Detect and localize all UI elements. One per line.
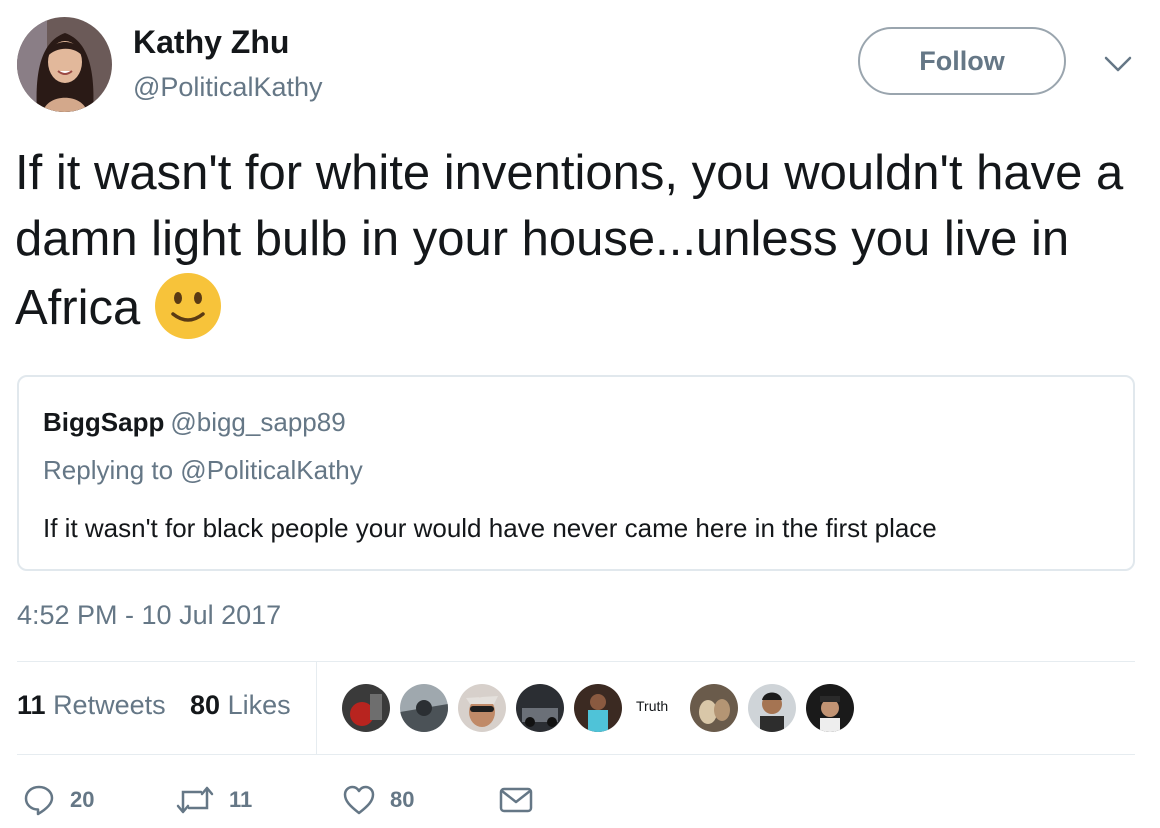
- reply-icon: [24, 785, 54, 816]
- liker-avatar[interactable]: [806, 684, 854, 732]
- retweet-action[interactable]: 11: [175, 782, 252, 818]
- divider: [17, 754, 1135, 755]
- envelope-icon: [499, 787, 533, 813]
- retweets-stat[interactable]: 11 Retweets: [17, 690, 166, 721]
- likes-stat[interactable]: 80 Likes: [190, 690, 291, 721]
- smiling-face-emoji-icon: [154, 272, 222, 340]
- divider: [17, 661, 1135, 662]
- replying-to-label: Replying to @PoliticalKathy: [43, 455, 363, 485]
- author-handle[interactable]: @PoliticalKathy: [133, 70, 323, 104]
- liker-avatar[interactable]: [342, 684, 390, 732]
- liker-avatar[interactable]: [516, 684, 564, 732]
- retweet-count: 11: [229, 787, 253, 812]
- quoted-tweet[interactable]: BiggSapp @bigg_sapp89 Replying to @Politi…: [17, 375, 1135, 571]
- liker-avatar[interactable]: [748, 684, 796, 732]
- message-action[interactable]: [498, 782, 548, 818]
- quoted-author-name: BiggSapp: [43, 407, 165, 437]
- author-name[interactable]: Kathy Zhu: [133, 22, 289, 62]
- liker-avatar[interactable]: [574, 684, 622, 732]
- likes-label: Likes: [227, 690, 291, 720]
- reply-action[interactable]: 20: [22, 782, 94, 818]
- liker-avatar[interactable]: [690, 684, 738, 732]
- divider-vertical: [316, 662, 317, 754]
- tweet-timestamp[interactable]: 4:52 PM - 10 Jul 2017: [17, 600, 281, 631]
- follow-button[interactable]: Follow: [858, 27, 1066, 95]
- tweet-text: If it wasn't for white inventions, you w…: [15, 140, 1145, 341]
- quoted-tweet-text: If it wasn't for black people your would…: [43, 513, 937, 543]
- chevron-down-icon[interactable]: [1098, 48, 1138, 78]
- liker-avatar[interactable]: [400, 684, 448, 732]
- likes-count: 80: [190, 690, 221, 720]
- retweet-icon: [176, 786, 214, 814]
- quoted-author-handle: @bigg_sapp89: [170, 407, 346, 437]
- liker-avatar[interactable]: [458, 684, 506, 732]
- like-action[interactable]: 80: [342, 782, 414, 818]
- heart-icon: [343, 785, 375, 815]
- liker-truth-label[interactable]: Truth: [636, 698, 668, 714]
- retweets-count: 11: [17, 690, 46, 720]
- retweets-label: Retweets: [53, 690, 166, 720]
- quoted-author: BiggSapp @bigg_sapp89: [43, 407, 346, 438]
- reply-count: 20: [70, 787, 95, 812]
- author-avatar[interactable]: [17, 17, 112, 112]
- like-count: 80: [390, 787, 415, 812]
